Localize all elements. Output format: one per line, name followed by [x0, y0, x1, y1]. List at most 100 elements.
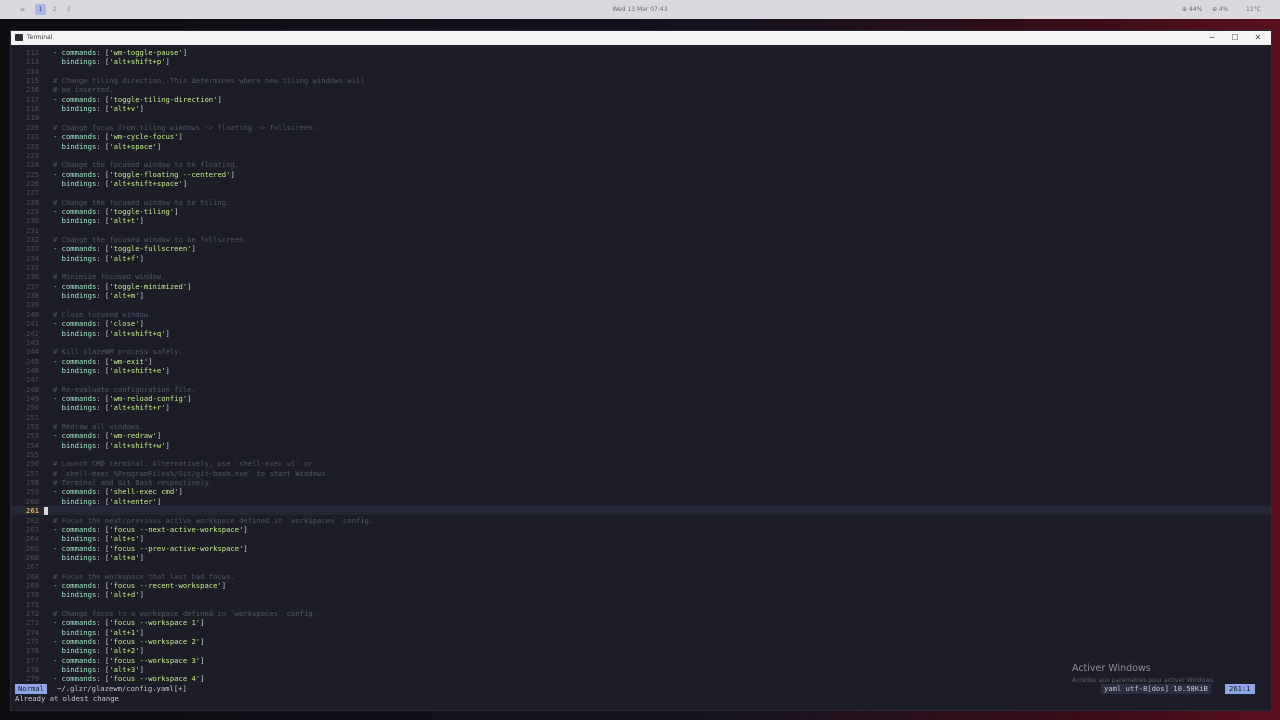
- watermark-subtitle: Accédez aux paramètres pour activer Wind…: [1072, 677, 1216, 684]
- code-line[interactable]: 255: [11, 450, 1271, 459]
- line-text: - commands: ['close']: [53, 319, 144, 329]
- code-line[interactable]: 245 - commands: ['wm-exit']: [11, 357, 1271, 366]
- code-line[interactable]: 228 # Change the focused window to be til…: [11, 198, 1271, 207]
- code-line[interactable]: 220 # Change focus from tiling windows ->…: [11, 123, 1271, 132]
- code-line[interactable]: 214: [11, 67, 1271, 76]
- code-line[interactable]: 236 # Minimize focused window.: [11, 272, 1271, 281]
- code-line[interactable]: 241 - commands: ['close']: [11, 319, 1271, 328]
- line-number: 266: [26, 552, 39, 562]
- code-line[interactable]: 213 bindings: ['alt+shift+p']: [11, 57, 1271, 66]
- line-text: bindings: ['alt+shift+q']: [61, 328, 170, 338]
- line-number: 259: [26, 487, 39, 497]
- code-line[interactable]: 263 - commands: ['focus --next-active-wor…: [11, 525, 1271, 534]
- line-text: - commands: ['wm-toggle-pause']: [53, 48, 188, 57]
- code-line[interactable]: 221 - commands: ['wm-cycle-focus']: [11, 132, 1271, 141]
- code-line[interactable]: 267: [11, 562, 1271, 571]
- code-line[interactable]: 248 # Re-evaluate configuration file.: [11, 385, 1271, 394]
- code-line[interactable]: 242 bindings: ['alt+shift+q']: [11, 329, 1271, 338]
- close-button[interactable]: ✕: [1251, 33, 1265, 43]
- line-text: # Close focused window.: [53, 309, 153, 319]
- maximize-button[interactable]: ☐: [1228, 33, 1242, 43]
- code-line[interactable]: 232 # Change the focused window to be ful…: [11, 235, 1271, 244]
- code-line[interactable]: 273 - commands: ['focus --workspace 1']: [11, 618, 1271, 627]
- code-line[interactable]: 222 bindings: ['alt+space']: [11, 142, 1271, 151]
- line-number: 214: [26, 66, 39, 76]
- code-line[interactable]: 212 - commands: ['wm-toggle-pause']: [11, 48, 1271, 57]
- code-line[interactable]: 246 bindings: ['alt+shift+e']: [11, 366, 1271, 375]
- code-line[interactable]: 226 bindings: ['alt+shift+space']: [11, 179, 1271, 188]
- code-line[interactable]: 235: [11, 263, 1271, 272]
- code-line[interactable]: 266 bindings: ['alt+a']: [11, 553, 1271, 562]
- line-text: - commands: ['toggle-minimized']: [53, 281, 192, 291]
- line-number: 219: [26, 113, 39, 123]
- code-line[interactable]: 265 - commands: ['focus --prev-active-wor…: [11, 544, 1271, 553]
- line-text: bindings: ['alt+t']: [61, 216, 144, 226]
- line-number: 273: [26, 618, 39, 628]
- code-line[interactable]: 216 # be inserted.: [11, 85, 1271, 94]
- code-line[interactable]: 225 - commands: ['toggle-floating --cente…: [11, 170, 1271, 179]
- code-line[interactable]: 259 - commands: ['shell-exec cmd']: [11, 487, 1271, 496]
- code-line[interactable]: 275 - commands: ['focus --workspace 2']: [11, 637, 1271, 646]
- code-line[interactable]: 249 - commands: ['wm-reload-config']: [11, 394, 1271, 403]
- code-line[interactable]: 218 bindings: ['alt+v']: [11, 104, 1271, 113]
- code-line[interactable]: 272 # Change focus to a workspace defined…: [11, 609, 1271, 618]
- code-line[interactable]: 219: [11, 113, 1271, 122]
- code-line[interactable]: 264 bindings: ['alt+s']: [11, 534, 1271, 543]
- line-number: 216: [26, 85, 39, 95]
- line-text: - commands: ['wm-cycle-focus']: [53, 132, 183, 142]
- line-number: 269: [26, 580, 39, 590]
- code-line[interactable]: 240 # Close focused window.: [11, 310, 1271, 319]
- code-line[interactable]: 231: [11, 226, 1271, 235]
- code-line[interactable]: 229 - commands: ['toggle-tiling']: [11, 207, 1271, 216]
- code-line[interactable]: 234 bindings: ['alt+f']: [11, 254, 1271, 263]
- code-line[interactable]: 223: [11, 151, 1271, 160]
- code-line[interactable]: 254 bindings: ['alt+shift+w']: [11, 441, 1271, 450]
- code-line[interactable]: 243: [11, 338, 1271, 347]
- code-line[interactable]: 227: [11, 188, 1271, 197]
- line-text: - commands: ['toggle-tiling-direction']: [53, 94, 222, 104]
- code-line[interactable]: 268 # Focus the workspace that last had f…: [11, 572, 1271, 581]
- code-line[interactable]: 247: [11, 375, 1271, 384]
- line-text: # Re-evaluate configuration file.: [53, 384, 196, 394]
- code-line[interactable]: 238 bindings: ['alt+m']: [11, 291, 1271, 300]
- line-text: # Change the focused window to be tiling…: [53, 197, 231, 207]
- code-line[interactable]: 253 - commands: ['wm-redraw']: [11, 431, 1271, 440]
- code-line[interactable]: 239: [11, 300, 1271, 309]
- memory-stat: ⊕ 4%: [1212, 6, 1229, 13]
- code-line[interactable]: 217 - commands: ['toggle-tiling-direction…: [11, 95, 1271, 104]
- code-line[interactable]: 252 # Redraw all windows.: [11, 422, 1271, 431]
- window-titlebar[interactable]: Terminal ─ ☐ ✕: [11, 31, 1271, 45]
- line-text: - commands: ['toggle-fullscreen']: [53, 244, 196, 254]
- code-line[interactable]: 269 - commands: ['focus --recent-workspac…: [11, 581, 1271, 590]
- status-line: Normal ~/.glzr/glazewm/config.yaml[+] ya…: [11, 684, 1271, 694]
- code-line[interactable]: 224 # Change the focused window to be flo…: [11, 160, 1271, 169]
- code-line[interactable]: 237 - commands: ['toggle-minimized']: [11, 282, 1271, 291]
- line-text: bindings: ['alt+2']: [61, 646, 144, 656]
- code-line[interactable]: 262 # Focus the next/previous active work…: [11, 516, 1271, 525]
- code-line[interactable]: 256 # Launch CMD terminal. Alternatively,…: [11, 459, 1271, 468]
- code-line[interactable]: 276 bindings: ['alt+2']: [11, 646, 1271, 655]
- code-line[interactable]: 260 bindings: ['alt+enter']: [11, 497, 1271, 506]
- line-number: 233: [26, 244, 39, 254]
- code-line[interactable]: 215 # Change tiling direction. This deter…: [11, 76, 1271, 85]
- minimize-button[interactable]: ─: [1205, 33, 1219, 43]
- code-line[interactable]: 257 # `shell-exec %ProgramFiles%/Git/git-…: [11, 469, 1271, 478]
- code-line[interactable]: 274 bindings: ['alt+1']: [11, 628, 1271, 637]
- code-line[interactable]: 250 bindings: ['alt+shift+r']: [11, 403, 1271, 412]
- line-number: 245: [26, 356, 39, 366]
- code-line[interactable]: 233 - commands: ['toggle-fullscreen']: [11, 244, 1271, 253]
- code-line[interactable]: 258 # Terminal and Git Bash respectively.: [11, 478, 1271, 487]
- line-number: 241: [26, 319, 39, 329]
- line-text: # Terminal and Git Bash respectively.: [53, 478, 214, 488]
- code-line[interactable]: 271: [11, 600, 1271, 609]
- editor-buffer[interactable]: 212- commands: ['wm-toggle-pause'] 213 bi…: [11, 46, 1271, 686]
- code-line[interactable]: 270 bindings: ['alt+d']: [11, 590, 1271, 599]
- line-text: - commands: ['wm-redraw']: [53, 431, 162, 441]
- line-number: 249: [26, 393, 39, 403]
- line-number: 239: [26, 300, 39, 310]
- line-text: - commands: ['focus --workspace 3']: [53, 655, 205, 665]
- current-line[interactable]: 261: [11, 506, 1271, 516]
- code-line[interactable]: 244 # Kill GlazeWM process safely.: [11, 347, 1271, 356]
- code-line[interactable]: 230 bindings: ['alt+t']: [11, 216, 1271, 225]
- code-line[interactable]: 251: [11, 413, 1271, 422]
